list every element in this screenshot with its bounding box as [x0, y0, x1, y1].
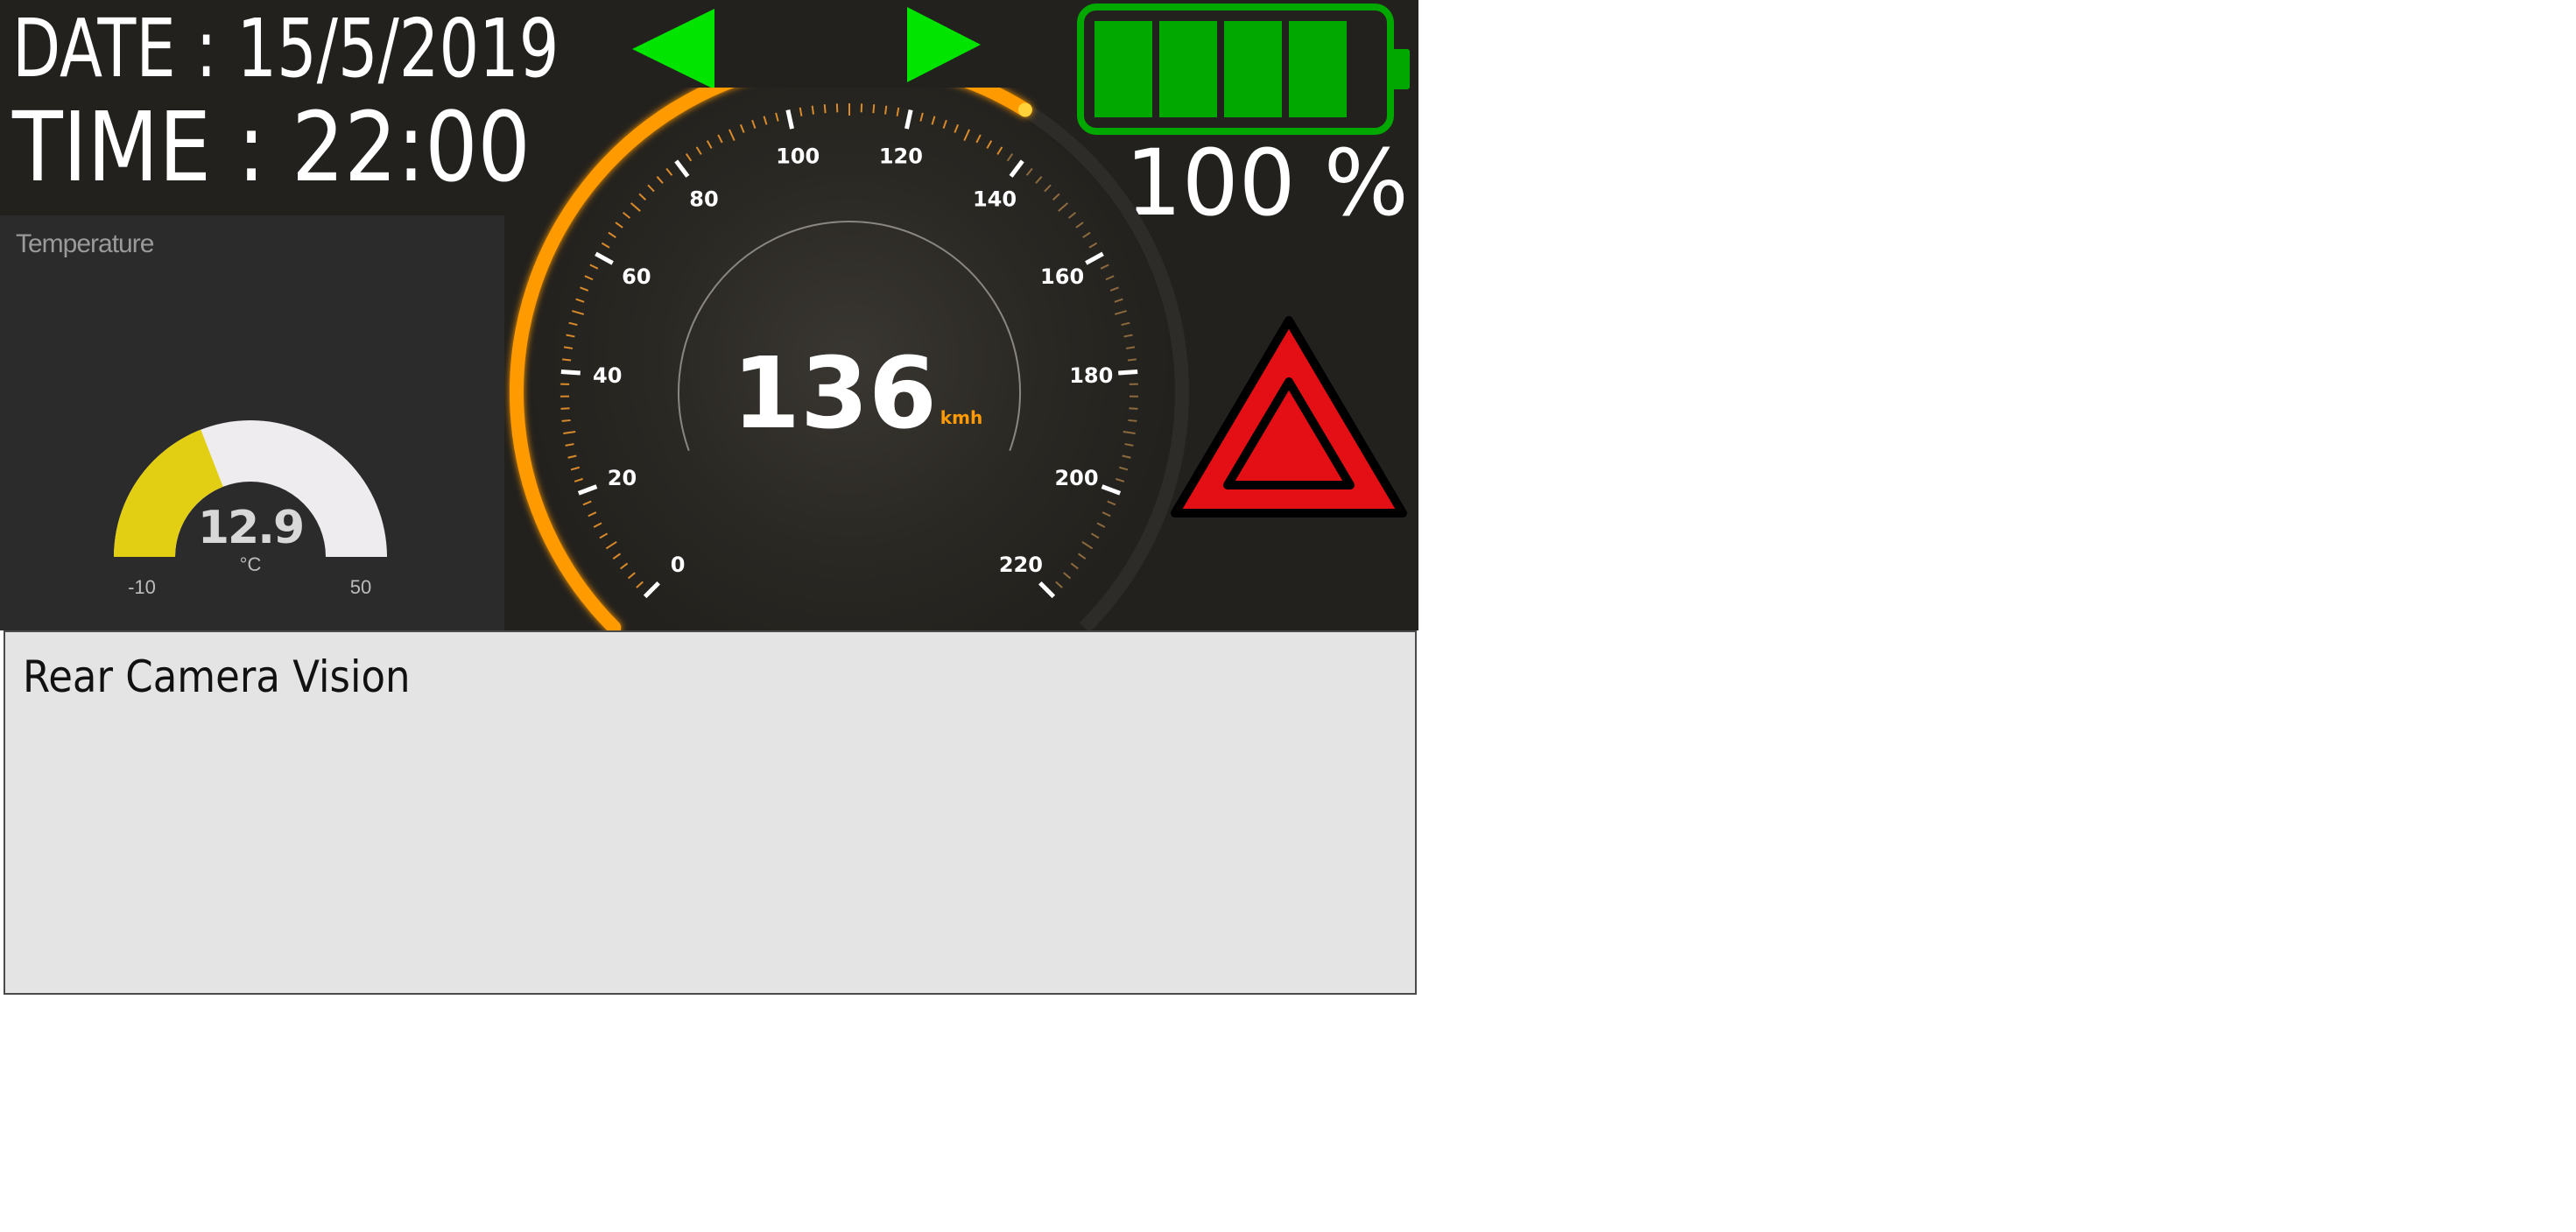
speed-minor-tick: [884, 105, 888, 115]
speed-tick-label: 140: [973, 187, 1017, 211]
temperature-max: 50: [350, 576, 371, 598]
speed-needle-dot: [1017, 102, 1032, 117]
speed-minor-tick: [561, 419, 571, 422]
speed-tick-label: 40: [593, 363, 622, 388]
speed-minor-tick: [1128, 419, 1137, 422]
hazard-warning-icon[interactable]: [1170, 315, 1408, 518]
speed-minor-tick: [1127, 358, 1137, 362]
speed-tick-label: 120: [879, 144, 923, 168]
speed-tick-label: 100: [776, 144, 820, 168]
speed-tick-label: 80: [689, 187, 718, 211]
speed-major-tick: [1118, 369, 1138, 376]
speed-tick-label: 220: [999, 553, 1043, 577]
speedometer-gauge: 0 20 40 60 80 100 120 140 160 180 200 220 136 kmh: [510, 88, 1189, 630]
speed-minor-tick: [1129, 407, 1138, 410]
temperature-value: 12.9: [198, 502, 303, 554]
temperature-min: -10: [128, 576, 156, 598]
speed-minor-tick: [823, 104, 827, 114]
dashboard: DATE : 15/5/2019 TIME : 22:00 100 % 0 20…: [0, 0, 1418, 630]
speed-tick-label: 20: [608, 466, 637, 490]
speed-tick-label: 180: [1069, 363, 1113, 388]
speed-tick-label: 0: [671, 553, 686, 577]
temperature-unit: °C: [240, 553, 262, 575]
speed-minor-tick: [872, 104, 876, 114]
speed-value: 136: [732, 337, 937, 451]
left-turn-arrow-icon[interactable]: [632, 9, 714, 89]
speed-minor-tick: [560, 407, 570, 410]
temperature-gauge: 12.9 °C -10 50: [114, 420, 387, 598]
camera-title: Rear Camera Vision: [23, 651, 411, 702]
speed-minor-tick: [562, 358, 572, 362]
speed-tick-label: 160: [1040, 264, 1084, 289]
speed-tick-label: 200: [1054, 466, 1098, 490]
speed-tick-label: 60: [622, 264, 651, 289]
speed-major-tick: [560, 369, 581, 376]
battery-bar: [1224, 21, 1282, 117]
time-display: TIME : 22:00: [12, 91, 531, 203]
speed-unit: kmh: [940, 407, 982, 428]
battery-bar: [1289, 21, 1347, 117]
rear-camera-panel: Rear Camera Vision: [4, 630, 1417, 995]
right-turn-arrow-icon[interactable]: [907, 7, 981, 82]
temperature-panel: Temperature 12.9 °C -10 50: [0, 215, 504, 630]
date-display: DATE : 15/5/2019: [12, 2, 560, 95]
